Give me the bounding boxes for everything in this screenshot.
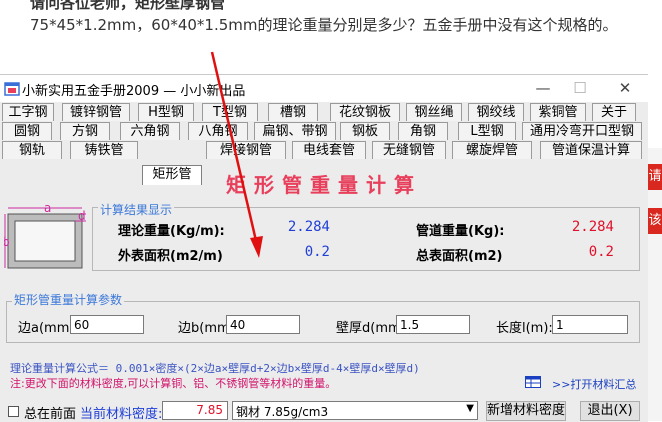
- annotation-arrow-icon: [210, 51, 263, 258]
